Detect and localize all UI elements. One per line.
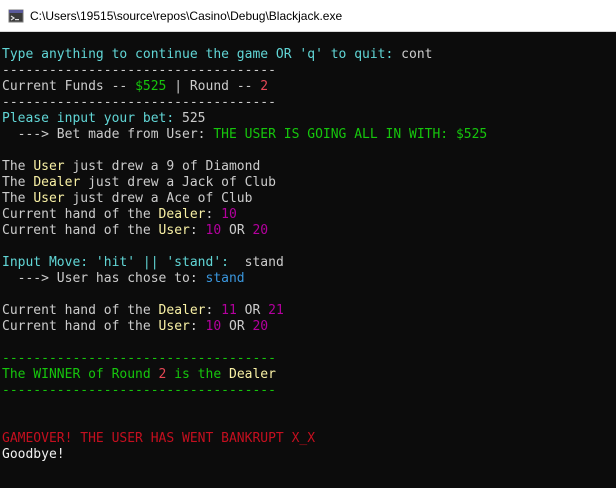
hand-value-alt: 20: [252, 223, 269, 238]
hand-owner: Dealer: [158, 303, 206, 318]
draw-pre: The: [2, 175, 34, 190]
draw-who: User: [33, 159, 65, 174]
hand-value: 11: [221, 303, 237, 318]
console-output[interactable]: Type anything to continue the game OR 'q…: [0, 32, 616, 488]
move-arrow: ---> User has chose to:: [2, 271, 206, 286]
user-hand-line: Current hand of the User: 10 OR 20: [2, 223, 616, 239]
winner-name: Dealer: [229, 367, 276, 382]
title-bar[interactable]: C:\Users\19515\source\repos\Casino\Debug…: [0, 0, 616, 32]
hand-owner: User: [158, 223, 190, 238]
bet-made-line: ---> Bet made from User: THE USER IS GOI…: [2, 127, 616, 143]
continue-prompt-line: Type anything to continue the game OR 'q…: [2, 47, 616, 63]
move-prompt-line: Input Move: 'hit' || 'stand': stand: [2, 255, 616, 271]
hand-value: 10: [221, 207, 237, 222]
bet-input: 525: [182, 111, 206, 126]
move-choice: stand: [205, 271, 245, 286]
round-value: 2: [260, 79, 269, 94]
winner-line: The WINNER of Round 2 is the Dealer: [2, 367, 616, 383]
bet-prompt: Please input your bet:: [2, 111, 183, 126]
draw-card: just drew a 9 of Diamond: [64, 159, 261, 174]
funds-line: Current Funds -- $525 | Round -- 2: [2, 79, 616, 95]
separator-line-green: -----------------------------------: [2, 351, 276, 366]
draw-card: just drew a Jack of Club: [80, 175, 276, 190]
hand-value-alt: 20: [252, 319, 269, 334]
round-label: | Round --: [166, 79, 261, 94]
hand-colon: :: [189, 319, 206, 334]
draw-line: The Dealer just drew a Jack of Club: [2, 175, 616, 191]
hand-colon: :: [205, 303, 222, 318]
hand-owner: Dealer: [158, 207, 206, 222]
hand-or: OR: [221, 223, 253, 238]
draw-pre: The: [2, 159, 34, 174]
separator-line: -----------------------------------: [2, 95, 276, 110]
hand-or: OR: [221, 319, 253, 334]
draw-who: Dealer: [33, 175, 81, 190]
hand-label: Current hand of the: [2, 303, 159, 318]
draw-line: The User just drew a 9 of Diamond: [2, 159, 616, 175]
separator-line-green: -----------------------------------: [2, 383, 276, 398]
draw-pre: The: [2, 191, 34, 206]
window-title: C:\Users\19515\source\repos\Casino\Debug…: [30, 8, 343, 23]
bet-arrow: ---> Bet made from User:: [2, 127, 214, 142]
funds-value: $525: [135, 79, 167, 94]
move-prompt: Input Move: 'hit' || 'stand':: [2, 255, 245, 270]
draw-card: just drew a Ace of Club: [64, 191, 253, 206]
dealer-hand-line: Current hand of the Dealer: 11 OR 21: [2, 303, 616, 319]
hand-value: 10: [205, 223, 222, 238]
draw-who: User: [33, 191, 65, 206]
continue-input: cont: [401, 47, 433, 62]
winner-label: The WINNER of Round: [2, 367, 159, 382]
scrollbar[interactable]: [599, 32, 616, 488]
hand-label: Current hand of the: [2, 319, 159, 334]
gameover-line: GAMEOVER! THE USER HAS WENT BANKRUPT X_X: [2, 431, 316, 446]
hand-owner: User: [158, 319, 190, 334]
goodbye-line: Goodbye!: [2, 447, 65, 462]
bet-prompt-line: Please input your bet: 525: [2, 111, 616, 127]
hand-value: 10: [205, 319, 222, 334]
hand-value-alt: 21: [268, 303, 284, 318]
hand-label: Current hand of the: [2, 223, 159, 238]
console-app-icon: [8, 9, 24, 22]
bet-message: THE USER IS GOING ALL IN WITH: $525: [213, 127, 488, 142]
move-input: stand: [244, 255, 284, 270]
draw-line: The User just drew a Ace of Club: [2, 191, 616, 207]
funds-label: Current Funds --: [2, 79, 136, 94]
dealer-hand-line: Current hand of the Dealer: 10: [2, 207, 616, 223]
hand-colon: :: [189, 223, 206, 238]
user-hand-line: Current hand of the User: 10 OR 20: [2, 319, 616, 335]
hand-colon: :: [205, 207, 222, 222]
hand-or: OR: [236, 303, 269, 318]
move-choice-line: ---> User has chose to: stand: [2, 271, 616, 287]
separator-line: -----------------------------------: [2, 63, 276, 78]
winner-mid: is the: [166, 367, 229, 382]
hand-label: Current hand of the: [2, 207, 159, 222]
continue-prompt: Type anything to continue the game OR 'q…: [2, 47, 402, 62]
